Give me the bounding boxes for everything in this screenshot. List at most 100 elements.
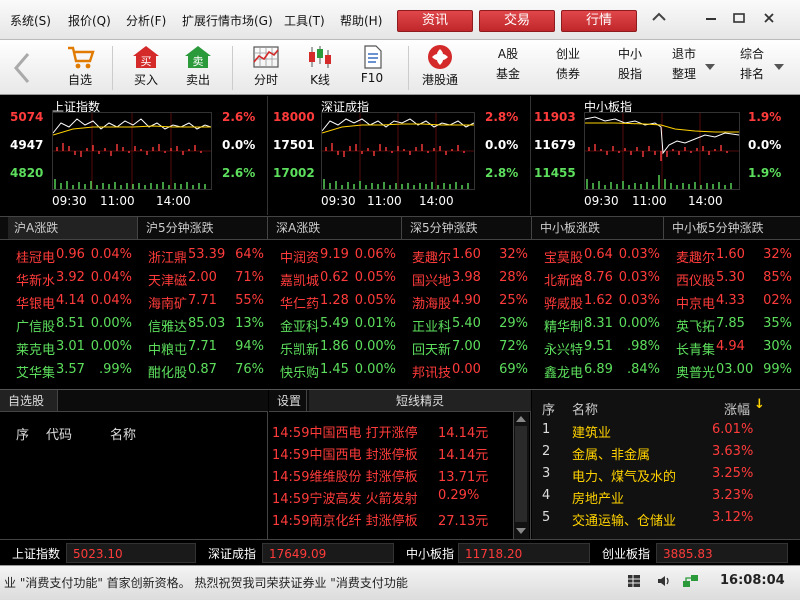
menu-analysis[interactable]: 分析(F) [126, 12, 166, 29]
composite-dropdown-icon[interactable] [774, 64, 784, 70]
scroll-up-icon[interactable] [516, 416, 526, 422]
menu-tools[interactable]: 工具(T) [284, 12, 325, 29]
list-item[interactable]: 快乐购 1.45 0.00% [270, 359, 402, 382]
list-item[interactable]: 麦趣尔 1.60 32% [402, 244, 534, 267]
speaker-icon[interactable] [656, 573, 672, 592]
scroll-track[interactable] [515, 426, 527, 522]
list-item[interactable]: 14:59宁波高发 火箭发射 0.29% [272, 488, 479, 507]
list-item[interactable]: 广信股 8.51 0.00% [6, 313, 138, 336]
list-item[interactable]: 永兴特 9.51.98% [534, 336, 666, 359]
list-item[interactable]: 鑫龙电 6.89.84% [534, 359, 666, 382]
list-item[interactable]: 莱克电 3.01 0.00% [6, 336, 138, 359]
list-item[interactable]: 长青集 4.94 30% [666, 336, 798, 359]
watchlist-pane[interactable]: 序 代码 名称 [0, 412, 268, 540]
menu-extended-market[interactable]: 扩展行情市场(G) [182, 12, 273, 29]
grid-icon[interactable] [626, 573, 642, 592]
table-row[interactable]: 2 金属、非金属 3.63% [532, 442, 800, 464]
list-item[interactable]: 邦讯技 0.00 69% [402, 359, 534, 382]
list-item[interactable]: 海南矿 7.71 55% [138, 290, 270, 313]
index-panel-shanghai[interactable]: 上证指数 5074 4947 4820 2.6% 0.0% 2.6% 09:30… [0, 96, 268, 215]
list-item[interactable]: 乐凯新 1.86 0.00% [270, 336, 402, 359]
minimize-icon[interactable] [698, 8, 724, 32]
sh-index-value[interactable]: 5023.10 [66, 543, 196, 563]
kline-button[interactable]: K线 [296, 42, 344, 92]
list-item[interactable]: 14:59中国西电 封涨停板 14.14元 [272, 444, 488, 463]
sme-index-button[interactable]: 中小 股指 [600, 44, 660, 92]
list-item[interactable]: 金亚科 5.49 0.01% [270, 313, 402, 336]
scroll-down-icon[interactable] [516, 528, 526, 534]
composite-ranking-button[interactable]: 综合 排名 [722, 44, 782, 92]
close-icon[interactable] [756, 8, 782, 32]
table-row[interactable]: 5 交通运输、仓储业 3.12% [532, 508, 800, 530]
list-item[interactable]: 中京电 4.33 02% [666, 290, 798, 313]
timeshare-button[interactable]: 分时 [242, 42, 290, 92]
list-item[interactable]: 艾华集 3.57.99% [6, 359, 138, 382]
sz-index-value[interactable]: 17649.09 [262, 543, 394, 563]
settings-tab[interactable]: 设置 [269, 390, 307, 411]
list-item[interactable]: 天津磁 2.00 71% [138, 267, 270, 290]
list-item[interactable]: 奥普光 03.00 99% [666, 359, 798, 382]
back-button[interactable] [6, 42, 38, 92]
table-row[interactable]: 3 电力、煤气及水的 3.25% [532, 464, 800, 486]
list-item[interactable]: 14:59南京化纤 封涨停板 27.13元 [272, 510, 488, 529]
list-item[interactable]: 14:59中国西电 打开涨停 14.14元 [272, 422, 488, 441]
list-item[interactable]: 中粮屯 7.71 94% [138, 336, 270, 359]
list-item[interactable]: 嘉凯城 0.62 0.05% [270, 267, 402, 290]
hk-connect-button[interactable]: 港股通 [416, 42, 464, 92]
table-row[interactable]: 4 房地产业 3.23% [532, 486, 800, 508]
tab-sh-a-change[interactable]: 沪A涨跌 [8, 217, 138, 239]
list-item[interactable]: 中润资 9.19 0.06% [270, 244, 402, 267]
news-ticker[interactable]: 业 "消费支付功能" 首家创新资格。 热烈祝贺我司荣获证券业 "消费支付功能 [4, 574, 414, 591]
favorites-button[interactable]: 自选 [56, 42, 104, 92]
list-item[interactable]: 正业科 5.40 29% [402, 313, 534, 336]
menu-help[interactable]: 帮助(H) [340, 12, 382, 29]
list-item[interactable]: 宝莫股 0.64 0.03% [534, 244, 666, 267]
tab-sz-a-change[interactable]: 深A涨跌 [270, 217, 402, 239]
collapse-toolbar-icon[interactable] [646, 8, 672, 32]
menu-quote[interactable]: 报价(Q) [68, 12, 111, 29]
table-row[interactable]: 1 建筑业 6.01% [532, 420, 800, 442]
list-item[interactable]: 回天新 7.00 72% [402, 336, 534, 359]
list-item[interactable]: 信雅达 85.03 13% [138, 313, 270, 336]
list-item[interactable]: 浙江鼎 53.39 64% [138, 244, 270, 267]
list-item[interactable]: 麦趣尔 1.60 32% [666, 244, 798, 267]
menu-system[interactable]: 系统(S) [10, 12, 51, 29]
tab-sz-5min-change[interactable]: 深5分钟涨跌 [404, 217, 532, 239]
tab-watchlist[interactable]: 自选股 [0, 390, 58, 411]
index-panel-sme[interactable]: 中小板指 11903 11679 11455 1.9% 0.0% 1.9% 09… [532, 96, 800, 215]
list-item[interactable]: 华仁药 1.28 0.05% [270, 290, 402, 313]
quote-button[interactable]: 行情 [561, 10, 637, 32]
buy-button[interactable]: 买 买入 [122, 42, 170, 92]
list-item[interactable]: 国兴地 3.98 28% [402, 267, 534, 290]
delist-dropdown-icon[interactable] [705, 64, 715, 70]
news-button[interactable]: 资讯 [397, 10, 473, 32]
ashare-fund-button[interactable]: A股 基金 [478, 44, 538, 92]
trade-button[interactable]: 交易 [479, 10, 555, 32]
list-item[interactable]: 北新路 8.76 0.03% [534, 267, 666, 290]
gem-index-value[interactable]: 3885.83 [656, 543, 788, 563]
scrollbar[interactable] [513, 412, 529, 540]
sme-index-value[interactable]: 11718.20 [458, 543, 590, 563]
sell-button[interactable]: 卖 卖出 [174, 42, 222, 92]
sort-desc-icon[interactable]: ↓ [754, 397, 765, 412]
chinext-bond-button[interactable]: 创业 债券 [538, 44, 598, 92]
index-panel-shenzhen[interactable]: 深证成指 18000 17501 17002 2.8% 0.0% 2.8% 09… [269, 96, 531, 215]
list-item[interactable]: 渤海股 4.90 25% [402, 290, 534, 313]
list-item[interactable]: 华银电 4.14 0.04% [6, 290, 138, 313]
list-item[interactable]: 骅威股 1.62 0.03% [534, 290, 666, 313]
tab-sme-change[interactable]: 中小板涨跌 [534, 217, 664, 239]
tab-sme-5min-change[interactable]: 中小板5分钟涨跌 [666, 217, 798, 239]
list-item[interactable]: 西仪股 5.30 85% [666, 267, 798, 290]
list-item[interactable]: 英飞拓 7.85 35% [666, 313, 798, 336]
list-item[interactable]: 桂冠电 0.96 0.04% [6, 244, 138, 267]
maximize-icon[interactable] [726, 8, 752, 32]
tab-sh-5min-change[interactable]: 沪5分钟涨跌 [140, 217, 268, 239]
list-item[interactable]: 酣化股 0.87 76% [138, 359, 270, 382]
col-change[interactable]: 涨幅 [724, 399, 750, 418]
list-item[interactable]: 精华制 8.31 0.00% [534, 313, 666, 336]
network-icon[interactable] [682, 573, 700, 592]
list-item[interactable]: 华新水 3.92 0.04% [6, 267, 138, 290]
shortline-title[interactable]: 短线精灵 [309, 390, 531, 411]
f10-button[interactable]: F10 [348, 42, 396, 92]
list-item[interactable]: 14:59维维股份 封涨停板 13.71元 [272, 466, 488, 485]
